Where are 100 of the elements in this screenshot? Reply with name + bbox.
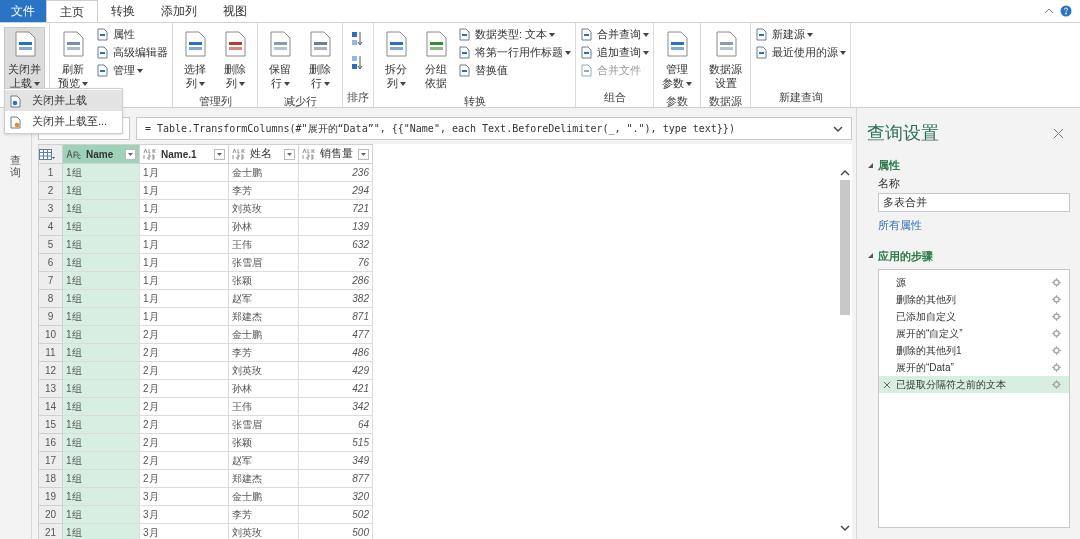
table-cell: 郑建杰: [228, 307, 299, 326]
applied-step[interactable]: 已提取分隔符之前的文本: [879, 376, 1069, 393]
table-cell: 139: [298, 217, 373, 236]
group-label: 减少行: [283, 95, 317, 107]
section-heading: 属性: [878, 158, 900, 173]
applied-step[interactable]: 删除的其他列1: [879, 342, 1069, 359]
group-label: 排序: [347, 91, 369, 103]
name-field[interactable]: 多表合并: [878, 193, 1070, 212]
sort-descending-icon[interactable]: [351, 55, 363, 71]
ribbon-button[interactable]: 高级编辑器: [96, 45, 168, 60]
menu-item[interactable]: 关闭并上载: [5, 90, 122, 111]
ribbon-button[interactable]: 追加查询: [580, 45, 649, 60]
menu-item[interactable]: 关闭并上载至...: [5, 111, 122, 132]
ribbon-button[interactable]: 拆分 列: [378, 27, 414, 93]
ribbon-button[interactable]: 删除 列: [217, 27, 253, 93]
help-icon[interactable]: [1060, 5, 1072, 17]
table-cell: 金士鹏: [228, 163, 299, 182]
ribbon-button[interactable]: 管理: [96, 63, 168, 78]
document-icon: [458, 28, 471, 41]
ribbon-button[interactable]: 属性: [96, 27, 168, 42]
ribbon-button[interactable]: 将第一行用作标题: [458, 45, 571, 60]
table-cell: 金士鹏: [228, 325, 299, 344]
document-icon: [580, 28, 593, 41]
close-icon[interactable]: [1053, 128, 1064, 139]
filter-dropdown-icon[interactable]: [125, 148, 136, 160]
text-type-icon: [66, 149, 82, 159]
table-cell: 286: [298, 271, 373, 290]
document-icon: [580, 46, 593, 59]
table-cell: 张雪眉: [228, 253, 299, 272]
group-label: 组合: [603, 91, 626, 103]
delete-step-icon[interactable]: [883, 380, 891, 389]
table-cell: 382: [298, 289, 373, 308]
table-cell: 421: [298, 379, 373, 398]
expander-icon[interactable]: [867, 252, 874, 260]
group-label: 数据源: [709, 95, 742, 107]
table-cell: 2月: [139, 415, 229, 434]
formula-bar[interactable]: = Table.TransformColumns(#"展开的“Data”", {{"Name", each Text.BeforeDelimiter(_, "."), type text}}): [136, 117, 852, 140]
ribbon-tab[interactable]: 主页: [46, 0, 98, 22]
filter-dropdown-icon[interactable]: [358, 148, 369, 160]
table-cell: 赵军: [228, 451, 299, 470]
ribbon-button[interactable]: 替换值: [458, 63, 571, 78]
expand-icon[interactable]: [833, 125, 843, 132]
expander-icon[interactable]: [867, 161, 874, 169]
ribbon-tab[interactable]: 转换: [98, 0, 148, 22]
collapse-ribbon-icon[interactable]: [1044, 8, 1054, 14]
column-header[interactable]: Name: [62, 144, 140, 164]
ribbon-button[interactable]: 选择 列: [177, 27, 213, 93]
applied-step[interactable]: 源: [879, 274, 1069, 291]
table-cell: 2月: [139, 361, 229, 380]
applied-step[interactable]: 已添加自定义: [879, 308, 1069, 325]
applied-step[interactable]: 展开的“Data”: [879, 359, 1069, 376]
ribbon-button[interactable]: 数据类型: 文本: [458, 27, 571, 42]
table-cell: 2月: [139, 451, 229, 470]
table-cell: 郑建杰: [228, 469, 299, 488]
all-properties-link[interactable]: 所有属性: [878, 217, 1070, 234]
table-cell: 429: [298, 361, 373, 380]
table-cell: 2月: [139, 325, 229, 344]
queries-pane-label[interactable]: 查询: [10, 154, 21, 539]
ribbon-tab[interactable]: 视图: [210, 0, 260, 22]
scrollbar-thumb[interactable]: [840, 180, 850, 315]
table-cell: 2月: [139, 469, 229, 488]
ribbon-button[interactable]: 合并查询: [580, 27, 649, 42]
table-cell: 2月: [139, 379, 229, 398]
table-cell: 2月: [139, 343, 229, 362]
vertical-scrollbar[interactable]: [838, 144, 852, 539]
applied-step[interactable]: 删除的其他列: [879, 291, 1069, 308]
table-cell: 1月: [139, 289, 229, 308]
ribbon-button[interactable]: 分组 依据: [418, 27, 454, 93]
ribbon-button[interactable]: 管理 参数: [658, 27, 696, 93]
caret-icon: [807, 32, 813, 37]
ribbon-button[interactable]: 保留 行: [262, 27, 298, 93]
caret-icon: [137, 68, 143, 73]
pane-title: 查询设置: [867, 122, 939, 145]
ribbon-button[interactable]: 数据源 设置: [705, 27, 746, 93]
applied-step[interactable]: 展开的“自定义”: [879, 325, 1069, 342]
table-cell: 2月: [139, 433, 229, 452]
table-cell: 李芳: [228, 343, 299, 362]
table-cell: 1月: [139, 235, 229, 254]
file-menu-button[interactable]: 文件: [0, 0, 46, 22]
filter-dropdown-icon[interactable]: [284, 148, 295, 160]
document-icon: [8, 114, 22, 129]
document-icon: [96, 46, 109, 59]
document-icon: [96, 28, 109, 41]
table-icon[interactable]: [39, 148, 55, 160]
ribbon-button[interactable]: 最近使用的源: [755, 45, 846, 60]
filter-dropdown-icon[interactable]: [214, 148, 225, 160]
table-cell: 3月: [139, 487, 229, 506]
scroll-up-icon[interactable]: [840, 170, 850, 176]
caret-icon: [198, 82, 205, 87]
ribbon-button[interactable]: 新建源: [755, 27, 846, 42]
column-header[interactable]: Name.1: [139, 144, 229, 164]
column-header[interactable]: 姓名: [228, 144, 299, 164]
sort-ascending-icon[interactable]: [351, 31, 363, 47]
table-cell: 632: [298, 235, 373, 254]
caret-icon: [686, 82, 692, 87]
ribbon-button[interactable]: 删除 行: [302, 27, 338, 93]
scroll-down-icon[interactable]: [840, 525, 850, 531]
column-header[interactable]: 销售量: [298, 144, 373, 164]
ribbon-button[interactable]: 刷新 预览: [54, 27, 92, 93]
ribbon-tab[interactable]: 添加列: [148, 0, 210, 22]
